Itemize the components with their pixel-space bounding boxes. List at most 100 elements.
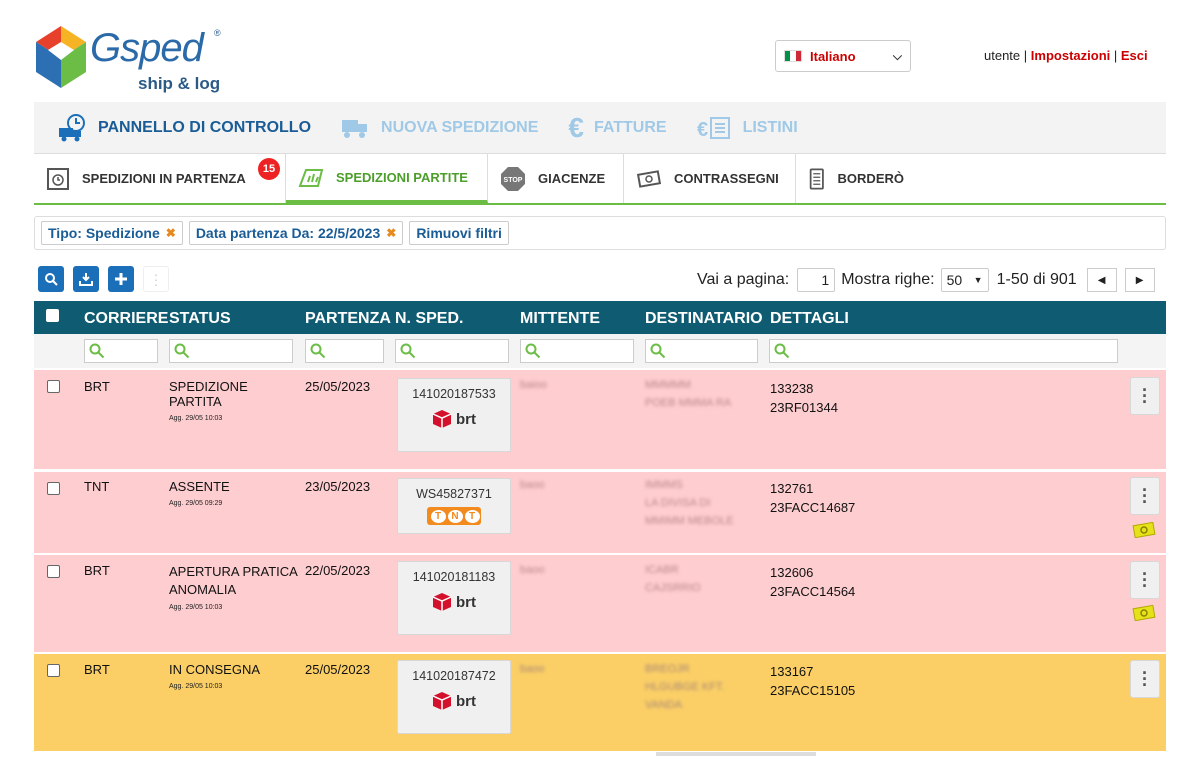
caret-right-icon: ▶ (1135, 274, 1144, 286)
search-icon (774, 343, 790, 359)
search-number-input[interactable] (395, 339, 509, 363)
filter-chip-type[interactable]: Tipo: Spedizione ✖ (41, 221, 183, 245)
caret-down-icon: ▼ (973, 275, 983, 285)
search-button[interactable] (38, 266, 64, 292)
tracking-card[interactable]: 141020187472 brt (397, 660, 511, 734)
horizontal-scrollbar[interactable] (656, 752, 816, 756)
table-toolbar: · · · (38, 266, 169, 292)
tab-cod[interactable]: CONTRASSEGNI (624, 154, 796, 203)
search-carrier-input[interactable] (84, 339, 158, 363)
tracking-card[interactable]: 141020187533 brt (397, 378, 511, 452)
status-updated: Agg. 29/05 09:29 (169, 500, 223, 507)
more-actions-button[interactable]: · · · (143, 266, 169, 292)
nav-control-panel[interactable]: PANNELLO DI CONTROLLO (58, 113, 312, 142)
carrier: BRT (84, 379, 110, 394)
clear-filters-button[interactable]: Rimuovi filtri (409, 221, 509, 245)
gsped-logo[interactable]: Gsped ® ship & log (36, 26, 236, 100)
rows-select[interactable]: 50 ▼ (940, 268, 989, 292)
brt-cube-icon (432, 593, 452, 611)
select-all-checkbox[interactable] (46, 309, 59, 322)
detail-line: 23FACC14687 (770, 500, 856, 515)
status-text: APERTURA PRATICA (169, 564, 298, 579)
nav-price-lists[interactable]: € LISTINI (697, 116, 798, 140)
export-button[interactable] (73, 266, 99, 292)
brt-logo: brt (398, 409, 510, 429)
nav-label: PANNELLO DI CONTROLLO (98, 118, 312, 136)
logo-mark-icon (36, 26, 86, 88)
row-menu-button[interactable]: · · · (1130, 660, 1160, 698)
table-row[interactable]: BRT IN CONSEGNA Agg. 29/05 10:03 25/05/20… (34, 654, 1166, 751)
brt-logo-text: brt (456, 410, 476, 428)
search-details-input[interactable] (769, 339, 1118, 363)
cash-on-delivery-icon[interactable] (1132, 522, 1156, 538)
col-recipient[interactable]: DESTINATARIO (645, 310, 763, 328)
recipient-line: POEB MMMA RA (645, 397, 732, 409)
rows-label: Mostra righe: (841, 271, 935, 288)
remove-icon[interactable]: ✖ (166, 226, 176, 240)
tab-storage[interactable]: STOP GIACENZE (488, 154, 624, 203)
tab-outgoing[interactable]: SPEDIZIONI IN PARTENZA 15 (34, 154, 286, 203)
search-sender-input[interactable] (520, 339, 634, 363)
tab-label: GIACENZE (538, 171, 606, 186)
tracking-number: 141020187472 (412, 669, 496, 683)
table-row[interactable]: BRT SPEDIZIONE PARTITA Agg. 29/05 10:03 2… (34, 370, 1166, 469)
col-carrier[interactable]: CORRIERE (84, 310, 168, 328)
separator: | (1023, 48, 1028, 63)
row-menu-button[interactable]: · · · (1130, 477, 1160, 515)
prev-page-button[interactable]: ◀ (1086, 268, 1117, 292)
brt-logo-text: brt (456, 692, 476, 710)
row-menu-button[interactable]: · · · (1130, 561, 1160, 599)
tab-departed[interactable]: SPEDIZIONI PARTITE (286, 154, 488, 203)
search-icon (310, 343, 326, 359)
language-select[interactable]: Italiano ⌵ (775, 40, 911, 72)
row-checkbox[interactable] (47, 482, 60, 495)
download-icon (79, 273, 93, 286)
search-icon (650, 343, 666, 359)
row-checkbox[interactable] (47, 664, 60, 677)
count-badge: 15 (258, 158, 280, 180)
row-checkbox[interactable] (47, 565, 60, 578)
detail-line: 133238 (770, 381, 814, 396)
tracking-card[interactable]: WS45827371 tnt T N T (397, 478, 511, 534)
col-sender[interactable]: MITTENTE (520, 310, 600, 328)
cash-on-delivery-icon[interactable] (1132, 605, 1156, 621)
nav-invoices[interactable]: € FATTURE (568, 112, 666, 144)
next-page-button[interactable]: ▶ (1124, 268, 1155, 292)
table-row[interactable]: TNT ASSENTE Agg. 29/05 09:29 23/05/2023 W… (34, 472, 1166, 553)
tracking-card[interactable]: 141020181183 brt (397, 561, 511, 635)
col-details[interactable]: DETTAGLI (770, 310, 849, 328)
departed-icon (298, 169, 324, 187)
search-departure-input[interactable] (305, 339, 384, 363)
search-recipient-input[interactable] (645, 339, 758, 363)
filter-chip-date[interactable]: Data partenza Da: 22/5/2023 ✖ (188, 221, 404, 245)
nav-label: FATTURE (593, 118, 667, 136)
recipient: ICABR CAJSRRIO (645, 561, 701, 597)
table-row[interactable]: BRT APERTURA PRATICA ANOMALIA Agg. 29/05 1… (34, 555, 1166, 652)
settings-link[interactable]: Impostazioni (1031, 48, 1110, 63)
details: 133167 23FACC15105 (770, 662, 855, 700)
brt-cube-icon (432, 692, 452, 710)
col-number[interactable]: N. SPED. (395, 310, 463, 328)
tab-label: CONTRASSEGNI (674, 171, 779, 186)
col-departure[interactable]: PARTENZA (305, 310, 391, 328)
row-checkbox[interactable] (47, 380, 60, 393)
tab-bordero[interactable]: BORDERÒ (796, 154, 920, 203)
add-button[interactable] (108, 266, 134, 292)
remove-icon[interactable]: ✖ (386, 226, 396, 240)
nav-new-shipment[interactable]: NUOVA SPEDIZIONE (341, 116, 538, 140)
departure-icon (47, 167, 69, 190)
row-menu-button[interactable]: · · · (1130, 377, 1160, 415)
tab-label: SPEDIZIONI PARTITE (336, 169, 468, 185)
tracking-number: WS45827371 (416, 487, 492, 501)
table-header: CORRIERE STATUS PARTENZA N. SPED. MITTEN… (34, 301, 1166, 334)
search-status-input[interactable] (169, 339, 293, 363)
search-icon (400, 343, 416, 359)
status: ASSENTE Agg. 29/05 09:29 (169, 479, 299, 507)
status-text: ANOMALIA (169, 582, 237, 597)
logout-link[interactable]: Esci (1121, 48, 1148, 63)
page-input[interactable]: 1 (797, 268, 836, 292)
tab-label: SPEDIZIONI IN PARTENZA (82, 171, 246, 186)
recipient-line: CAJSRRIO (645, 582, 701, 594)
col-status[interactable]: STATUS (169, 310, 231, 328)
brt-logo: brt (398, 691, 510, 711)
